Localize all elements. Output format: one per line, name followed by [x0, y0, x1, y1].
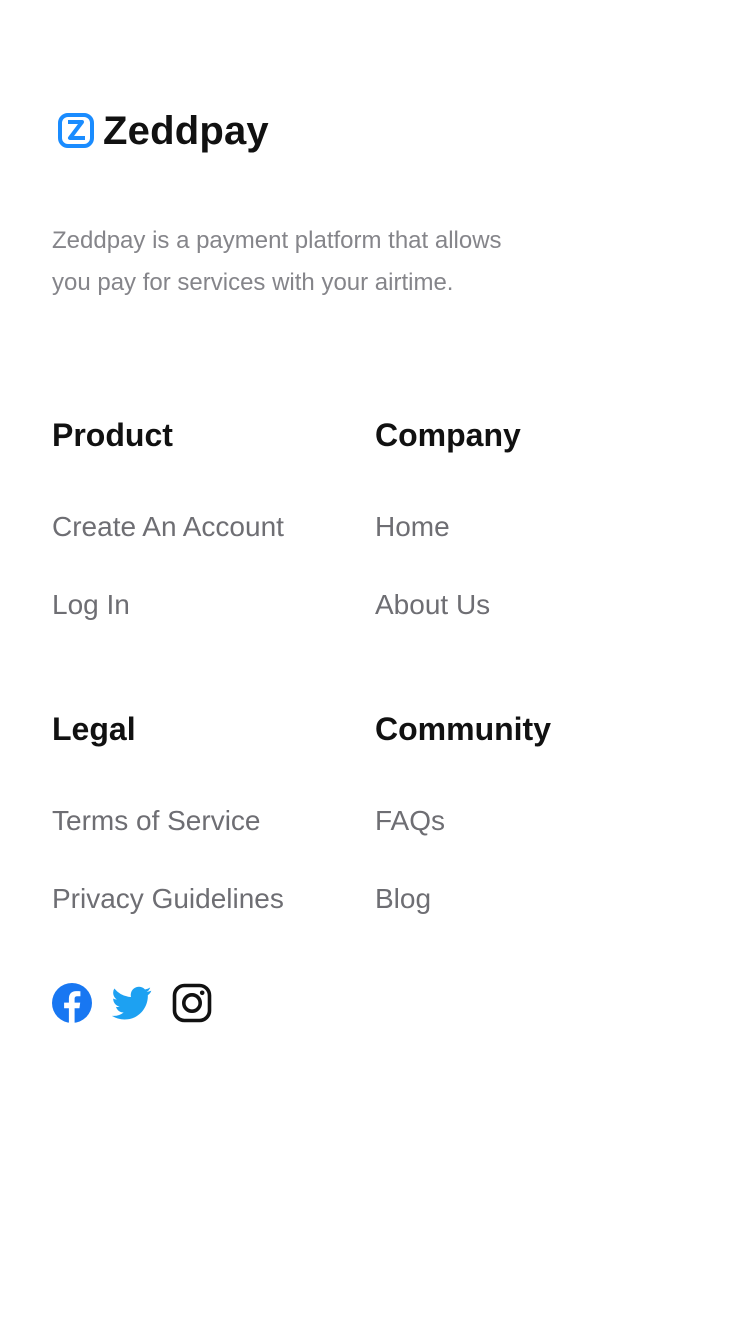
list-item: FAQs: [375, 803, 445, 839]
site-footer: Zeddpay Zeddpay is a payment platform th…: [0, 0, 750, 1336]
privacy-guidelines-link[interactable]: Privacy Guidelines: [52, 883, 284, 914]
brand-name: Zeddpay: [103, 109, 269, 153]
list-item: About Us: [375, 587, 490, 623]
brand-logo-link[interactable]: Zeddpay: [58, 104, 269, 158]
list-item: Home: [375, 509, 450, 545]
blog-link[interactable]: Blog: [375, 883, 431, 914]
instagram-link[interactable]: [172, 983, 212, 1023]
terms-of-service-link[interactable]: Terms of Service: [52, 805, 261, 836]
about-us-link[interactable]: About Us: [375, 589, 490, 620]
column-title-company: Company: [375, 417, 521, 453]
create-account-link[interactable]: Create An Account: [52, 511, 284, 542]
column-title-community: Community: [375, 711, 551, 747]
zeddpay-logo-icon: [58, 113, 94, 148]
list-item: Create An Account: [52, 509, 284, 545]
twitter-icon: [112, 986, 152, 1020]
instagram-icon: [172, 983, 212, 1023]
faqs-link[interactable]: FAQs: [375, 805, 445, 836]
list-item: Log In: [52, 587, 130, 623]
footer-column-company: Company Home About Us: [375, 415, 675, 620]
footer-column-community: Community FAQs Blog: [375, 709, 675, 914]
list-item: Blog: [375, 881, 431, 917]
footer-column-legal: Legal Terms of Service Privacy Guideline…: [52, 709, 352, 914]
column-title-product: Product: [52, 417, 173, 453]
list-item: Privacy Guidelines: [52, 881, 284, 917]
footer-tagline: Zeddpay is a payment platform that allow…: [52, 227, 502, 296]
twitter-link[interactable]: [112, 983, 152, 1023]
facebook-link[interactable]: [52, 983, 92, 1023]
column-title-legal: Legal: [52, 711, 136, 747]
log-in-link[interactable]: Log In: [52, 589, 130, 620]
social-links: [52, 983, 232, 1023]
home-link[interactable]: Home: [375, 511, 450, 542]
list-item: Terms of Service: [52, 803, 261, 839]
footer-column-product: Product Create An Account Log In: [52, 415, 352, 620]
facebook-icon: [52, 983, 92, 1023]
